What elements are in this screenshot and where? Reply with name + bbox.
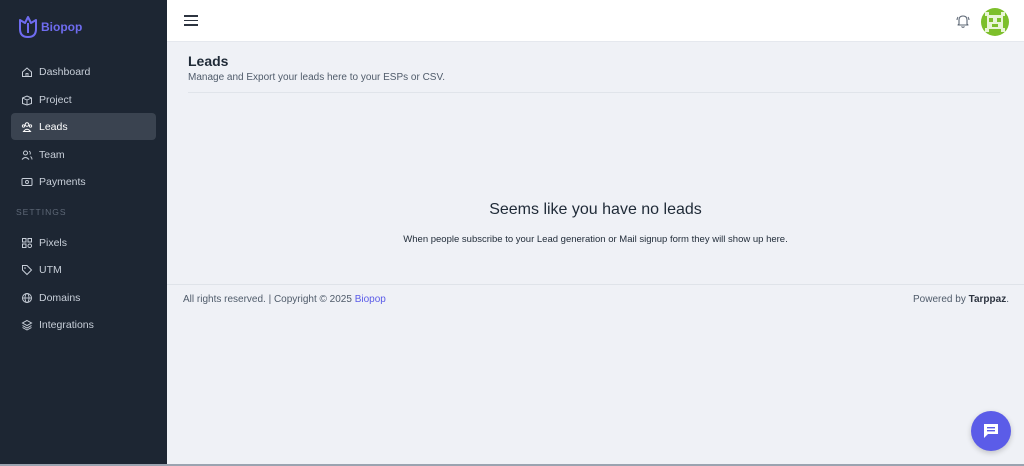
brand-logo[interactable]: Biopop — [17, 14, 82, 40]
hamburger-icon[interactable] — [184, 15, 198, 27]
logo-icon — [19, 16, 37, 38]
footer-brand-link[interactable]: Biopop — [355, 294, 386, 305]
layers-icon — [21, 319, 33, 331]
sidebar-item-label: Project — [39, 93, 72, 106]
copyright-text: All rights reserved. | Copyright © 2025 — [183, 294, 355, 305]
settings-section-label: SETTINGS — [16, 207, 67, 217]
sidebar-item-label: Integrations — [39, 318, 94, 331]
empty-state-description: When people subscribe to your Lead gener… — [403, 234, 788, 245]
chat-icon — [984, 424, 998, 438]
powered-by-suffix: . — [1006, 294, 1009, 305]
sidebar-item-dashboard[interactable]: Dashboard — [11, 58, 156, 85]
bell-icon[interactable] — [955, 13, 971, 29]
users-icon — [21, 149, 33, 161]
sidebar-item-integrations[interactable]: Integrations — [11, 311, 156, 338]
sidebar: Biopop Dashboard Project Leads Team Paym… — [0, 0, 167, 466]
footer-divider — [167, 284, 1024, 285]
sidebar-item-project[interactable]: Project — [11, 86, 156, 113]
top-bar — [167, 0, 1024, 42]
leads-icon — [21, 121, 33, 133]
sidebar-item-label: Dashboard — [39, 65, 91, 78]
page-subtitle: Manage and Export your leads here to you… — [188, 72, 445, 83]
sidebar-item-label: Leads — [39, 120, 68, 133]
home-icon — [21, 66, 33, 78]
powered-by-text: Powered by — [913, 294, 969, 305]
sidebar-item-label: Domains — [39, 291, 81, 304]
sidebar-item-payments[interactable]: Payments — [11, 168, 156, 195]
footer-copyright: All rights reserved. | Copyright © 2025 … — [183, 294, 386, 305]
box-icon — [21, 94, 33, 106]
sidebar-item-domains[interactable]: Domains — [11, 284, 156, 311]
chat-button[interactable] — [971, 411, 1011, 451]
sidebar-item-utm[interactable]: UTM — [11, 256, 156, 283]
powered-by-brand[interactable]: Tarppaz — [969, 294, 1007, 305]
footer-powered-by: Powered by Tarppaz. — [913, 294, 1009, 305]
sidebar-item-label: Payments — [39, 175, 86, 188]
pixels-icon — [21, 237, 33, 249]
page-title: Leads — [188, 53, 229, 69]
brand-name: Biopop — [41, 20, 83, 34]
avatar[interactable] — [981, 8, 1009, 36]
avatar-icon — [985, 12, 1005, 32]
globe-icon — [21, 292, 33, 304]
sidebar-item-leads[interactable]: Leads — [11, 113, 156, 140]
sidebar-item-label: Pixels — [39, 236, 68, 249]
header-divider — [188, 92, 1000, 93]
tag-icon — [21, 264, 33, 276]
payments-icon — [21, 176, 33, 188]
sidebar-item-label: Team — [39, 148, 65, 161]
sidebar-item-pixels[interactable]: Pixels — [11, 229, 156, 256]
empty-state-title: Seems like you have no leads — [489, 201, 702, 218]
sidebar-item-team[interactable]: Team — [11, 141, 156, 168]
sidebar-item-label: UTM — [39, 263, 62, 276]
